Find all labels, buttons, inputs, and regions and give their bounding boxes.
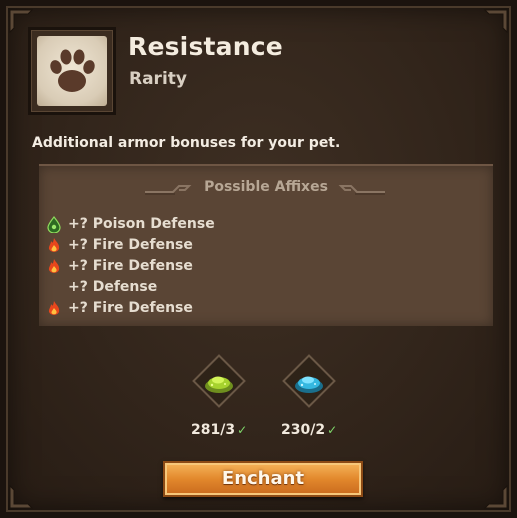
item-icon-frame [28,27,116,115]
fire-icon [48,259,60,273]
poison-icon [47,216,61,233]
item-title: Resistance [128,32,283,61]
green-dust-icon[interactable] [188,350,250,412]
affixes-box: Possible Affixes +? Poison Defense +? Fi… [39,164,493,326]
fire-icon [48,301,60,315]
item-description: Additional armor bonuses for your pet. [32,135,341,151]
material-count: 281/3 ✓ [191,422,248,438]
affixes-header: Possible Affixes [204,179,328,195]
paw-print-icon [37,36,107,106]
material-count: 230/2 ✓ [281,422,338,438]
corner-ornament [483,484,509,510]
enchant-button[interactable]: Enchant [163,461,363,497]
check-icon: ✓ [237,423,248,437]
check-icon: ✓ [327,423,338,437]
item-rarity: Rarity [129,69,187,89]
corner-ornament [8,484,34,510]
blue-dust-icon[interactable] [278,350,340,412]
fire-icon [48,238,60,252]
corner-ornament [483,8,509,34]
header-ornament-right [338,185,385,195]
enchant-panel: Resistance Rarity Additional armor bonus… [0,0,517,518]
